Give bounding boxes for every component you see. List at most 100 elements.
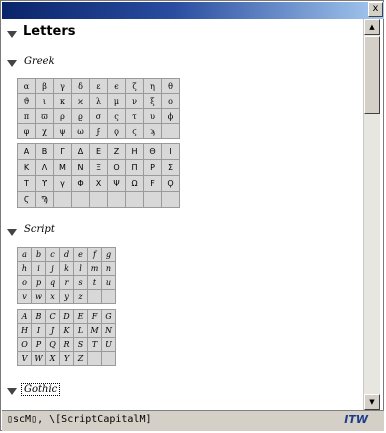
symbol-button[interactable]: C <box>45 309 60 324</box>
symbol-button[interactable]: ω <box>71 123 90 139</box>
symbol-button[interactable]: μ <box>107 93 126 109</box>
symbol-button[interactable]: Χ <box>89 175 108 192</box>
symbol-button[interactable]: Q <box>45 337 60 352</box>
symbol-button[interactable]: ι <box>35 93 54 109</box>
symbol-button[interactable]: ϛ <box>125 123 144 139</box>
symbol-button[interactable]: ς <box>107 108 126 124</box>
symbol-button[interactable]: J <box>45 323 60 338</box>
symbol-button[interactable]: Ρ <box>143 159 162 176</box>
symbol-button[interactable]: Σ <box>161 159 180 176</box>
symbol-button[interactable]: a <box>17 247 32 262</box>
title-bar[interactable]: x <box>2 2 384 19</box>
symbol-button[interactable]: z <box>73 289 88 304</box>
symbol-button[interactable]: d <box>59 247 74 262</box>
subsection-title-gothic[interactable]: Gothic <box>20 383 61 396</box>
symbol-button[interactable]: ϱ <box>71 108 90 124</box>
symbol-button[interactable]: Ν <box>71 159 90 176</box>
symbol-button[interactable]: Ξ <box>89 159 108 176</box>
symbol-button[interactable]: e <box>73 247 88 262</box>
collapse-letters-icon[interactable] <box>7 31 17 38</box>
symbol-button[interactable]: h <box>17 261 32 276</box>
scroll-thumb[interactable] <box>364 36 380 114</box>
symbol-button[interactable]: Ω <box>125 175 144 192</box>
symbol-button[interactable]: q <box>45 275 60 290</box>
symbol-button[interactable]: Z <box>73 351 88 366</box>
symbol-button[interactable]: A <box>17 309 32 324</box>
symbol-button[interactable]: κ <box>53 93 72 109</box>
symbol-button[interactable]: Γ <box>53 143 72 160</box>
symbol-button[interactable]: k <box>59 261 74 276</box>
symbol-button[interactable]: l <box>73 261 88 276</box>
symbol-button[interactable]: ο <box>161 93 180 109</box>
symbol-button[interactable]: π <box>17 108 36 124</box>
section-title-letters[interactable]: Letters <box>23 24 76 39</box>
symbol-button[interactable]: b <box>31 247 46 262</box>
symbol-button[interactable]: γ <box>53 175 72 192</box>
symbol-button[interactable]: W <box>31 351 46 366</box>
close-button[interactable]: x <box>368 2 383 17</box>
symbol-button[interactable]: Φ <box>71 175 90 192</box>
symbol-button[interactable]: ν <box>125 93 144 109</box>
symbol-button[interactable]: ϖ <box>35 108 54 124</box>
symbol-button[interactable]: V <box>17 351 32 366</box>
symbol-button[interactable]: Π <box>125 159 144 176</box>
symbol-button[interactable]: o <box>17 275 32 290</box>
symbol-button[interactable]: Ϙ <box>161 175 180 192</box>
symbol-button[interactable]: Ε <box>89 143 108 160</box>
symbol-button[interactable]: Η <box>125 143 144 160</box>
symbol-button[interactable]: G <box>101 309 116 324</box>
symbol-button[interactable]: Ψ <box>107 175 126 192</box>
collapse-script-icon[interactable] <box>7 229 17 236</box>
symbol-button[interactable]: σ <box>89 108 108 124</box>
symbol-button[interactable]: P <box>31 337 46 352</box>
symbol-button[interactable]: n <box>101 261 116 276</box>
symbol-button[interactable]: Y <box>59 351 74 366</box>
symbol-button[interactable]: η <box>143 78 162 94</box>
symbol-button[interactable]: F <box>87 309 102 324</box>
symbol-button[interactable]: c <box>45 247 60 262</box>
symbol-button[interactable]: I <box>31 323 46 338</box>
symbol-button[interactable]: L <box>73 323 88 338</box>
symbol-button[interactable]: Ϛ <box>17 191 36 208</box>
symbol-button[interactable]: i <box>31 261 46 276</box>
symbol-button[interactable]: ε <box>89 78 108 94</box>
symbol-button[interactable]: β <box>35 78 54 94</box>
symbol-button[interactable]: ϰ <box>71 93 90 109</box>
symbol-button[interactable]: Δ <box>71 143 90 160</box>
symbol-button[interactable]: ψ <box>53 123 72 139</box>
symbol-button[interactable]: λ <box>89 93 108 109</box>
symbol-button[interactable]: χ <box>35 123 54 139</box>
symbol-button[interactable]: ϒ <box>35 175 54 192</box>
symbol-button[interactable]: Ι <box>161 143 180 160</box>
subsection-title-greek[interactable]: Greek <box>24 56 55 67</box>
symbol-button[interactable]: Ζ <box>107 143 126 160</box>
symbol-button[interactable]: ϡ <box>143 123 162 139</box>
symbol-button[interactable]: y <box>59 289 74 304</box>
symbol-button[interactable]: m <box>87 261 102 276</box>
symbol-button[interactable]: Α <box>17 143 36 160</box>
symbol-button[interactable]: N <box>101 323 116 338</box>
symbol-button[interactable]: ξ <box>143 93 162 109</box>
scroll-up-arrow-icon[interactable]: ▲ <box>364 19 380 35</box>
symbol-button[interactable]: E <box>73 309 88 324</box>
symbol-button[interactable]: Μ <box>53 159 72 176</box>
symbol-button[interactable]: τ <box>125 108 144 124</box>
symbol-button[interactable]: α <box>17 78 36 94</box>
symbol-button[interactable]: p <box>31 275 46 290</box>
symbol-button[interactable]: ρ <box>53 108 72 124</box>
symbol-button[interactable]: x <box>45 289 60 304</box>
symbol-button[interactable]: θ <box>161 78 180 94</box>
symbol-button[interactable]: v <box>17 289 32 304</box>
symbol-button[interactable]: S <box>73 337 88 352</box>
symbol-button[interactable]: O <box>17 337 32 352</box>
symbol-button[interactable]: φ <box>17 123 36 139</box>
symbol-button[interactable]: U <box>101 337 116 352</box>
symbol-button[interactable]: T <box>87 337 102 352</box>
symbol-button[interactable]: M <box>87 323 102 338</box>
symbol-button[interactable]: ϕ <box>161 108 180 124</box>
symbol-button[interactable]: f <box>87 247 102 262</box>
symbol-button[interactable]: Κ <box>17 159 36 176</box>
symbol-button[interactable]: ζ <box>125 78 144 94</box>
symbol-button[interactable]: K <box>59 323 74 338</box>
subsection-title-script[interactable]: Script <box>24 224 55 235</box>
